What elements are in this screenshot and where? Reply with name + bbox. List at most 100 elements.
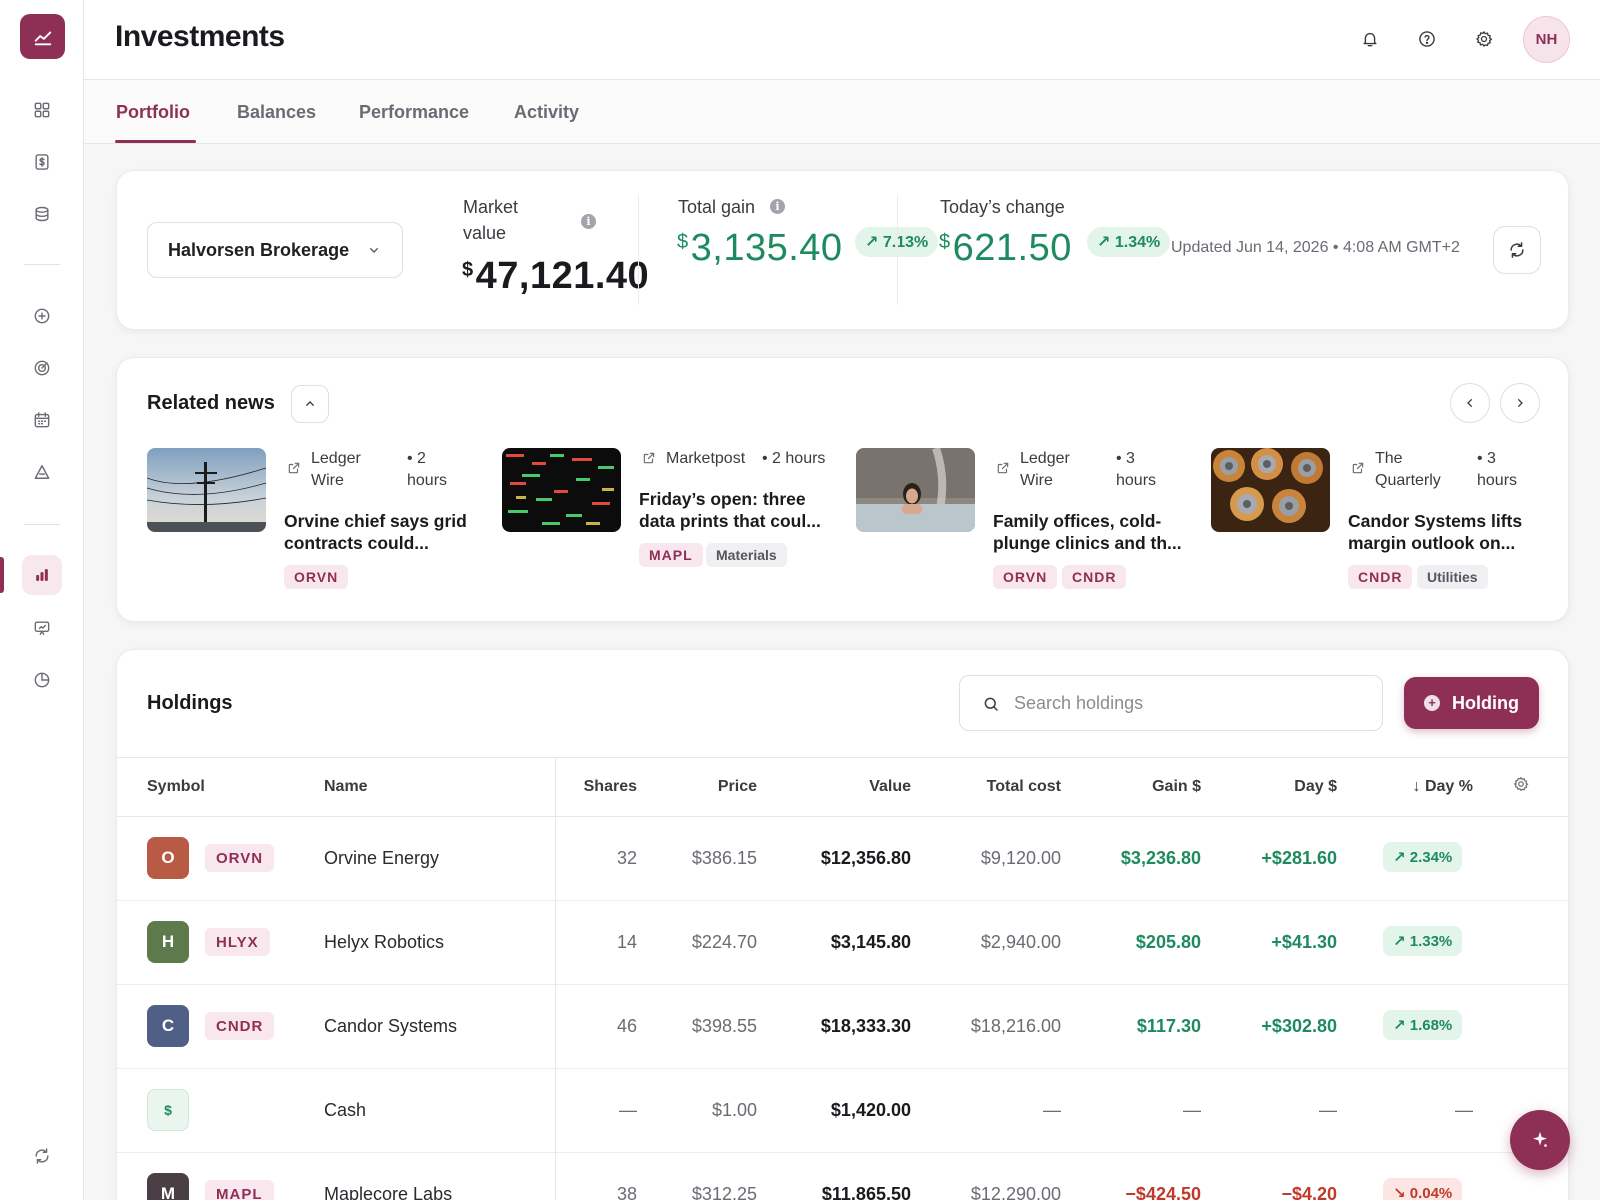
sidebar-item-alerts[interactable] (22, 452, 62, 492)
todays-change-percent-badge: ↗ 1.34% (1087, 227, 1171, 257)
shares-cell: 14 (616, 932, 637, 952)
refresh-button[interactable] (1493, 226, 1541, 274)
source-line: Ledger (1020, 450, 1070, 467)
tab-balances[interactable]: Balances (237, 102, 316, 123)
sidebar-item-database[interactable] (22, 194, 62, 234)
news-thumbnail-power-lines (147, 448, 266, 532)
tab-performance[interactable]: Performance (359, 102, 469, 123)
bell-icon (1363, 32, 1377, 47)
ticker-tag[interactable]: CNDR (1348, 565, 1413, 589)
holding-name[interactable]: Helyx Robotics (324, 932, 444, 953)
sidebar-item-transactions[interactable] (22, 142, 62, 182)
total-gain-number: 3,135.40 (690, 227, 843, 269)
column-header-name[interactable]: Name (324, 778, 368, 796)
total-cost-cell: — (1043, 1100, 1061, 1120)
column-header-price[interactable]: Price (657, 778, 757, 796)
external-link-icon (288, 462, 300, 474)
news-time: • 3 hours (1477, 448, 1517, 492)
source-line: Ledger (311, 450, 361, 467)
market-value-number: 47,121.40 (475, 255, 650, 297)
info-icon[interactable]: i (770, 199, 785, 214)
help-button[interactable] (1409, 21, 1445, 57)
external-link-icon (997, 462, 1009, 474)
user-avatar[interactable]: NH (1523, 16, 1570, 63)
symbol-ticker-tag[interactable]: CNDR (205, 1012, 275, 1040)
headline-line: Candor Systems lifts (1348, 511, 1523, 531)
holdings-search-input[interactable]: Search holdings (959, 675, 1383, 731)
column-header-day[interactable]: Day $ (1227, 778, 1337, 796)
sidebar-divider (24, 264, 60, 265)
ticker-tag[interactable]: ORVN (993, 565, 1058, 589)
tab-portfolio[interactable]: Portfolio (116, 102, 190, 123)
settings-button[interactable] (1466, 21, 1502, 57)
news-headline: Candor Systems lifts margin outlook on... (1348, 510, 1548, 554)
news-item[interactable]: Marketpost • 2 hours Friday’s open: thre… (502, 448, 842, 608)
sidebar-item-add[interactable] (22, 296, 62, 336)
account-select[interactable]: Halvorsen Brokerage (147, 222, 403, 278)
chevron-left-icon (1467, 399, 1472, 407)
sidebar-item-goals[interactable] (22, 348, 62, 388)
holding-name[interactable]: Cash (324, 1100, 366, 1121)
symbol-avatar: C (147, 1005, 189, 1047)
sector-tag[interactable]: Utilities (1417, 565, 1488, 589)
dollar-square-icon (35, 154, 49, 170)
news-next-button[interactable] (1500, 383, 1540, 423)
sidebar-item-sync[interactable] (22, 1136, 62, 1176)
holding-name[interactable]: Candor Systems (324, 1016, 457, 1037)
news-item[interactable]: Ledger Wire • 2 hours Orvine chief says gr… (147, 448, 487, 608)
table-row[interactable]: $ Cash — $1.00 $1,420.00 — — — — (117, 1069, 1568, 1153)
column-header-shares[interactable]: Shares (537, 778, 637, 796)
news-item[interactable]: The Quarterly • 3 hours Candor Systems lif… (1211, 448, 1551, 608)
table-row[interactable]: H HLYX Helyx Robotics 14 $224.70 $3,145.80 $2,… (117, 901, 1568, 985)
help-circle-icon (1419, 31, 1435, 47)
shares-cell: 32 (616, 848, 637, 868)
holding-name[interactable]: Orvine Energy (324, 848, 439, 869)
news-source-name: Ledger Wire (311, 448, 361, 492)
symbol-ticker-tag[interactable]: HLYX (205, 928, 270, 956)
info-icon[interactable]: i (581, 214, 596, 229)
ticker-tag[interactable]: CNDR (1062, 565, 1127, 589)
total-cost-cell: $12,290.00 (970, 1184, 1061, 1200)
top-bar: Investments NH (84, 0, 1600, 80)
day-percent-badge: ↗ 2.34% (1383, 842, 1463, 872)
app-logo[interactable] (20, 14, 65, 59)
holding-name[interactable]: Maplecore Labs (324, 1184, 452, 1200)
account-select-value: Halvorsen Brokerage (168, 239, 350, 260)
sync-icon (35, 1148, 49, 1164)
table-row[interactable]: O ORVN Orvine Energy 32 $386.15 $12,356.80 $9,… (117, 817, 1568, 901)
sidebar-item-reports[interactable] (22, 608, 62, 648)
table-row[interactable]: M MAPL Maplecore Labs 38 $312.25 $11,865.50 $1… (117, 1153, 1568, 1200)
sidebar-item-calendar[interactable] (22, 400, 62, 440)
column-header-gain[interactable]: Gain $ (1097, 778, 1201, 796)
ticker-tag[interactable]: MAPL (639, 543, 703, 567)
total-gain-amount: $3,135.40 (677, 227, 843, 270)
tab-activity[interactable]: Activity (514, 102, 579, 123)
calendar-icon (34, 412, 50, 428)
ticker-tag[interactable]: ORVN (284, 565, 349, 589)
news-time: • 2 hours (407, 448, 447, 492)
symbol-ticker-tag[interactable]: MAPL (205, 1180, 274, 1200)
sidebar-item-dashboard[interactable] (22, 90, 62, 130)
news-prev-button[interactable] (1450, 383, 1490, 423)
news-source-name: The Quarterly (1375, 448, 1441, 492)
sidebar-item-allocation[interactable] (22, 660, 62, 700)
search-icon (984, 697, 998, 711)
collapse-news-button[interactable] (291, 385, 329, 423)
metric-divider (638, 195, 639, 305)
sidebar-item-investments[interactable] (22, 555, 62, 595)
column-header-day-percent[interactable]: ↓ Day % (1357, 778, 1473, 796)
news-item[interactable]: Ledger Wire • 3 hours Family offices, cold… (856, 448, 1196, 608)
symbol-ticker-tag[interactable]: ORVN (205, 844, 275, 872)
column-header-total-cost[interactable]: Total cost (937, 778, 1061, 796)
assistant-fab-button[interactable] (1510, 1110, 1570, 1170)
headline-line: Family offices, cold- (993, 511, 1162, 531)
column-header-value[interactable]: Value (807, 778, 911, 796)
column-settings-button[interactable] (1512, 775, 1530, 798)
time-line: • 3 (1477, 450, 1496, 467)
sector-tag[interactable]: Materials (706, 543, 787, 567)
table-row[interactable]: C CNDR Candor Systems 46 $398.55 $18,333.30 $1… (117, 985, 1568, 1069)
notifications-button[interactable] (1352, 21, 1388, 57)
column-header-symbol[interactable]: Symbol (147, 778, 205, 796)
add-holding-button[interactable]: + Holding (1404, 677, 1539, 729)
value-cell: $11,865.50 (821, 1184, 911, 1200)
